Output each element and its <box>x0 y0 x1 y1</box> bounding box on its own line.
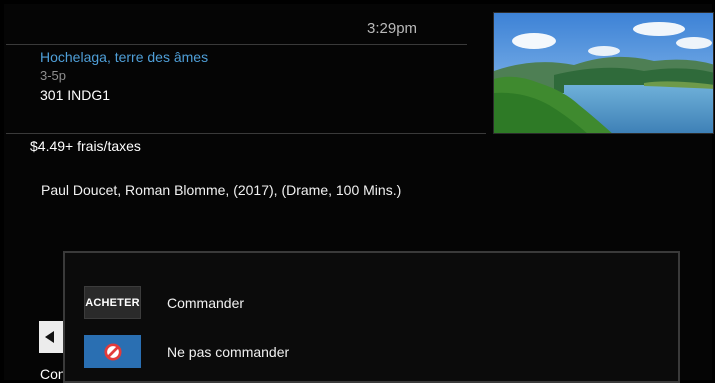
no-entry-icon <box>103 342 122 361</box>
no-order-badge <box>84 335 141 368</box>
back-button[interactable] <box>39 321 65 353</box>
program-title: Hochelaga, terre des âmes <box>40 49 209 65</box>
buy-badge: ACHETER <box>84 286 141 319</box>
truncated-label: Con <box>40 366 66 382</box>
divider-top <box>6 44 467 45</box>
do-not-order-option[interactable]: Ne pas commander <box>84 335 289 368</box>
order-label: Commander <box>167 294 245 311</box>
program-credits: Paul Doucet, Roman Blomme, (2017), (Dram… <box>41 182 402 198</box>
back-arrow-icon <box>45 331 54 343</box>
video-preview <box>493 12 714 134</box>
order-option[interactable]: ACHETER Commander <box>84 286 244 319</box>
clock: 3:29pm <box>367 20 418 37</box>
do-not-order-label: Ne pas commander <box>167 343 290 360</box>
program-time: 3-5p <box>40 68 67 83</box>
purchase-dialog: ACHETER Commander Ne pas commander <box>63 251 680 383</box>
landscape-image <box>494 13 713 133</box>
program-channel: 301 INDG1 <box>40 87 111 103</box>
divider-middle <box>6 133 486 134</box>
price: $4.49+ frais/taxes <box>30 138 141 154</box>
